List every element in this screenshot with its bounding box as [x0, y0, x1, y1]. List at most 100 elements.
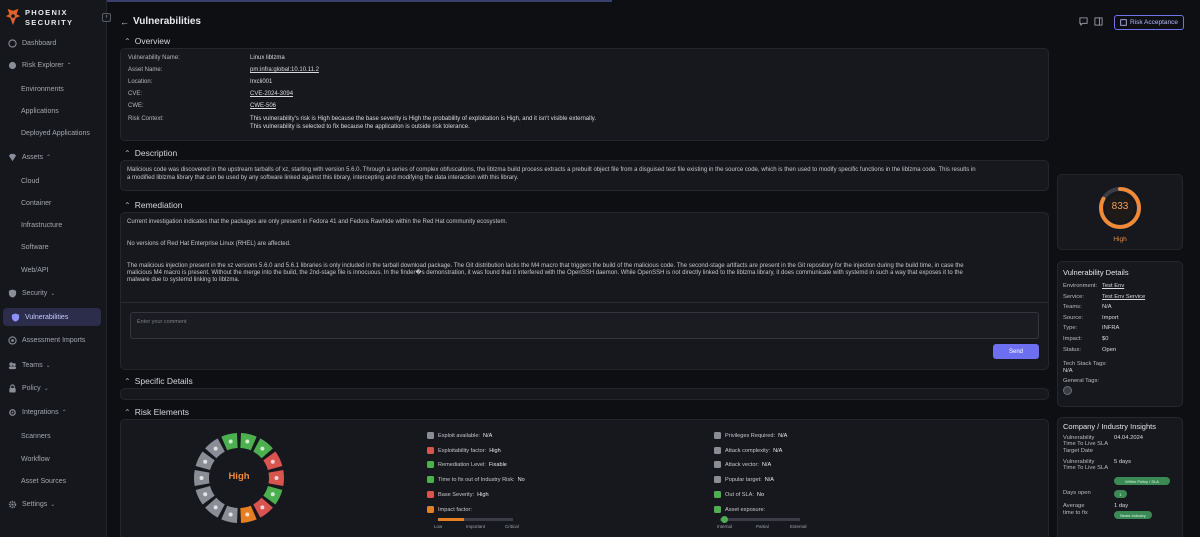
description-header[interactable]: ⌃ Description	[124, 148, 177, 158]
risk-factor-value: N/A	[778, 432, 788, 439]
risk-wheel-segment-icon	[203, 459, 208, 464]
sidebar-item-deployed-applications[interactable]: Deployed Applications	[0, 124, 107, 142]
panel-toggle-icon[interactable]	[1094, 17, 1103, 26]
brand-line1: PHOENIX	[25, 8, 68, 17]
loading-bar	[107, 0, 612, 2]
sidebar-item-label: Vulnerabilities	[25, 313, 69, 321]
integrations-icon	[9, 408, 16, 416]
detail-link[interactable]: Test Env Service	[1102, 294, 1145, 300]
risk-acceptance-button[interactable]: Risk Acceptance	[1114, 15, 1184, 30]
sidebar: PHOENIX SECURITY ‹ Dashboard Risk Explor…	[0, 0, 111, 537]
impact-scale-low: Low	[434, 524, 443, 529]
sidebar-item-label: Software	[21, 243, 49, 251]
add-tag-button[interactable]	[1063, 386, 1072, 395]
overview-key: Location:	[128, 79, 153, 85]
collapse-sidebar-button[interactable]: ‹	[102, 13, 111, 22]
sidebar-item-label: Risk Explorer	[22, 61, 64, 69]
sidebar-item-applications[interactable]: Applications	[0, 102, 107, 120]
sidebar-item-risk-explorer[interactable]: Risk Explorer ⌃	[0, 56, 107, 74]
sidebar-item-assets[interactable]: Assets ⌃	[0, 148, 107, 166]
specific-details-heading: Specific Details	[134, 376, 193, 386]
risk-factor-value: No	[756, 491, 765, 498]
sidebar-item-teams[interactable]: Teams ⌄	[0, 356, 107, 374]
specific-details-header[interactable]: ⌃ Specific Details	[124, 376, 193, 386]
sidebar-item-security[interactable]: Security ⌄	[0, 284, 107, 302]
risk-factor-icon	[714, 447, 721, 454]
sidebar-item-vulnerabilities[interactable]: Vulnerabilities	[3, 308, 101, 326]
risk-element-left-row: Exploit available: N/A	[427, 432, 492, 439]
sidebar-item-label: Dashboard	[22, 39, 57, 47]
sidebar-item-cloud[interactable]: Cloud	[0, 172, 107, 190]
sidebar-item-settings[interactable]: Settings ⌄	[0, 495, 107, 513]
sidebar-item-web-api[interactable]: Web/API	[0, 261, 107, 279]
target-date-value: 04.04.2024	[1114, 435, 1144, 441]
detail-value: Import	[1102, 314, 1119, 321]
sidebar-item-infrastructure[interactable]: Infrastructure	[0, 216, 107, 234]
sidebar-item-policy[interactable]: Policy ⌄	[0, 379, 107, 397]
risk-element-left-row: Base Severity: High	[427, 491, 489, 498]
risk-acceptance-label: Risk Acceptance	[1129, 19, 1179, 26]
risk-element-left-row: Impact factor:	[427, 506, 475, 513]
risk-factor-icon	[427, 476, 434, 483]
remediation-paragraph-line3: malware due to systemd linking to liblzm…	[127, 277, 240, 283]
cwe-link[interactable]: CWE-506	[250, 103, 276, 109]
sidebar-item-label: Assets	[22, 153, 44, 161]
back-arrow-icon[interactable]: ←	[120, 17, 129, 27]
tech-stack-tags-label: Tech Stack Tags:	[1063, 361, 1107, 367]
risk-factor-label: Popular target:	[725, 476, 762, 483]
app-root: PHOENIX SECURITY ‹ Dashboard Risk Explor…	[0, 0, 1200, 537]
send-button[interactable]: Send	[993, 344, 1039, 359]
sidebar-item-asset-sources[interactable]: Asset Sources	[0, 472, 107, 490]
risk-factor-value: No	[517, 476, 525, 483]
insights-heading: Company / Industry Insights	[1063, 422, 1156, 431]
risk-factor-label: Attack complexity:	[725, 447, 771, 454]
insight-label: Days open	[1063, 490, 1091, 496]
overview-key: Risk Context:	[128, 116, 164, 122]
insight-label: Target Date	[1063, 448, 1093, 454]
sidebar-item-container[interactable]: Container	[0, 194, 107, 212]
sidebar-item-label: Applications	[21, 107, 59, 115]
comment-input[interactable]: Enter your comment	[130, 312, 1039, 339]
risk-wheel-segment-icon	[203, 492, 208, 497]
page-title: ← Vulnerabilities	[120, 16, 201, 27]
comment-icon[interactable]	[1079, 17, 1088, 26]
brand-line2: SECURITY	[25, 18, 74, 27]
sidebar-item-integrations[interactable]: Integrations ⌃	[0, 403, 107, 421]
risk-factor-icon	[427, 461, 434, 468]
risk-elements-header[interactable]: ⌃ Risk Elements	[124, 407, 189, 417]
sidebar-item-workflow[interactable]: Workflow	[0, 450, 107, 468]
sidebar-item-scanners[interactable]: Scanners	[0, 427, 107, 445]
sidebar-item-software[interactable]: Software	[0, 238, 107, 256]
vulnerability-name-value: Linux liblzma	[250, 55, 285, 61]
specific-details-panel	[120, 388, 1049, 400]
risk-factor-label: Attack vector:	[725, 461, 759, 468]
overview-key: Asset Name:	[128, 67, 163, 73]
risk-factor-value: Fixable	[488, 461, 507, 468]
risk-context-value: This vulnerability's risk is High becaus…	[250, 116, 597, 122]
risk-context-value-line2: This vulnerability is selected to fix be…	[250, 124, 470, 130]
sidebar-item-dashboard[interactable]: Dashboard	[0, 34, 107, 52]
gear-icon	[8, 500, 17, 508]
sidebar-item-environments[interactable]: Environments	[0, 80, 107, 98]
chevron-up-icon: ⌃	[61, 409, 67, 416]
overview-header[interactable]: ⌃ Overview	[124, 36, 170, 46]
logo[interactable]: PHOENIX SECURITY	[4, 6, 72, 32]
asset-name-link[interactable]: pm:infra:global:10.10.11.2	[250, 67, 319, 73]
detail-label: Impact:	[1063, 336, 1083, 342]
risk-factor-value: High	[489, 447, 501, 454]
sidebar-item-label: Cloud	[21, 177, 40, 185]
detail-link[interactable]: Test Env	[1102, 283, 1124, 289]
insight-label: Time To Live SLA	[1063, 441, 1109, 447]
location-value: Irxcli001	[250, 79, 273, 85]
risk-factor-label: Exploit available:	[438, 432, 480, 439]
detail-value: INFRA	[1102, 325, 1120, 332]
days-open-badge: 1	[1114, 490, 1127, 498]
sidebar-item-assessment-imports[interactable]: Assessment Imports	[0, 331, 107, 349]
risk-wheel-segment-icon	[228, 439, 233, 444]
detail-label: Teams:	[1063, 304, 1082, 311]
insight-label: time to fix	[1063, 510, 1088, 516]
exposure-scale-marker	[721, 516, 728, 523]
cve-link[interactable]: CVE-2024-3094	[250, 91, 293, 97]
remediation-header[interactable]: ⌃ Remediation	[124, 200, 182, 210]
risk-element-right-row: Out of SLA: No	[714, 491, 764, 498]
